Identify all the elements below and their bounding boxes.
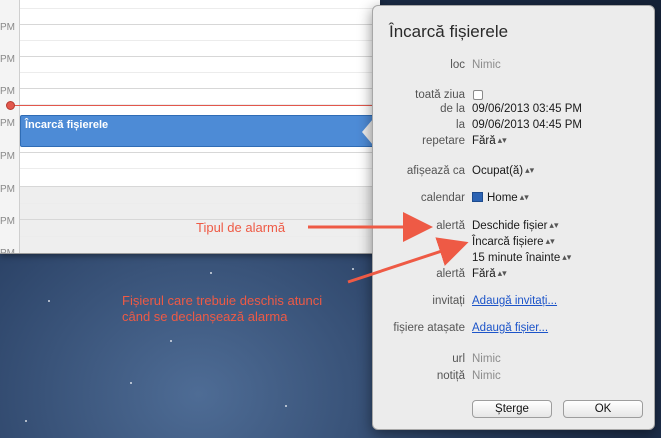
annotation-file-line1: Fișierul care trebuie deschis atunci (122, 293, 323, 308)
annotation-arrows (308, 212, 469, 284)
annotation-file-line2: când se declanșează alarma (122, 309, 288, 324)
annotation-alarm-type: Tipul de alarmă (196, 220, 286, 235)
file-arrow (347, 237, 469, 284)
